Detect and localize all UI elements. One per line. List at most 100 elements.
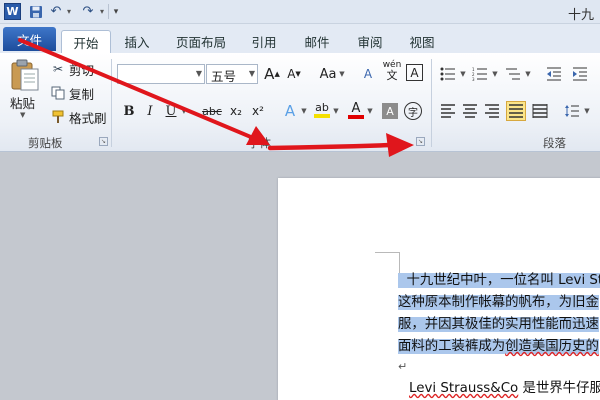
font-size-value: 五号 bbox=[211, 69, 237, 84]
decrease-indent-button[interactable] bbox=[544, 64, 564, 84]
window-title: 十九 bbox=[567, 8, 594, 23]
tab-home[interactable]: 开始 bbox=[61, 30, 111, 53]
underline-button[interactable]: U bbox=[161, 101, 181, 121]
shrink-font-button[interactable]: A ▼ bbox=[284, 64, 304, 84]
text-line[interactable]: 服，并因其极佳的实用性能而迅速 bbox=[398, 314, 599, 336]
clear-formatting-button[interactable]: A bbox=[358, 64, 378, 84]
tab-review[interactable]: 审阅 bbox=[350, 30, 390, 53]
justify-button[interactable] bbox=[506, 101, 526, 121]
tab-references[interactable]: 引用 bbox=[244, 30, 284, 53]
copy-button[interactable]: 复制 bbox=[50, 84, 94, 102]
numbering-button[interactable]: 123 bbox=[470, 64, 490, 84]
font-name-combobox[interactable]: ▼ bbox=[117, 64, 205, 84]
scissors-icon: ✂ bbox=[52, 62, 64, 76]
multilevel-list-button[interactable] bbox=[503, 64, 523, 84]
group-separator bbox=[111, 59, 112, 147]
character-border-icon: A bbox=[410, 65, 419, 80]
highlight-dropdown-icon[interactable]: ▼ bbox=[332, 101, 340, 121]
copy-label: 复制 bbox=[69, 86, 95, 102]
bullets-button[interactable] bbox=[438, 64, 458, 84]
line-spacing-button[interactable] bbox=[562, 101, 582, 121]
font-size-combobox[interactable]: 五号 ▼ bbox=[206, 64, 258, 84]
paste-icon[interactable] bbox=[10, 59, 40, 91]
undo-icon[interactable]: ↶ bbox=[49, 3, 63, 20]
font-color-dropdown-icon[interactable]: ▼ bbox=[366, 101, 374, 121]
superscript-button[interactable]: x² bbox=[248, 101, 268, 121]
bullets-dropdown-icon[interactable]: ▼ bbox=[459, 64, 467, 84]
paste-button[interactable]: 粘贴 bbox=[10, 93, 35, 112]
tab-page-layout[interactable]: 页面布局 bbox=[170, 30, 232, 53]
save-icon[interactable] bbox=[28, 3, 44, 20]
paintbrush-icon bbox=[50, 110, 66, 124]
change-case-icon: Aa bbox=[319, 66, 337, 82]
text-effects-icon: A bbox=[284, 102, 296, 120]
font-name-dropdown-icon[interactable]: ▼ bbox=[196, 69, 202, 78]
enclose-characters-button[interactable]: 字 bbox=[404, 102, 422, 120]
font-size-dropdown-icon[interactable]: ▼ bbox=[249, 69, 255, 78]
tab-file[interactable]: 文件 bbox=[3, 27, 56, 51]
strikethrough-button[interactable]: abc bbox=[200, 101, 224, 121]
font-color-icon: A bbox=[351, 100, 361, 116]
ribbon-tab-row: 文件 开始 插入 页面布局 引用 邮件 审阅 视图 bbox=[0, 24, 600, 53]
change-case-dropdown-icon[interactable]: ▼ bbox=[338, 64, 346, 84]
tab-insert[interactable]: 插入 bbox=[117, 30, 157, 53]
format-painter-label: 格式刷 bbox=[69, 110, 107, 126]
change-case-button[interactable]: Aa bbox=[318, 64, 338, 84]
font-color-button[interactable]: A bbox=[346, 100, 366, 120]
font-dialog-launcher-icon[interactable]: ↘ bbox=[416, 137, 425, 146]
cut-label: 剪切 bbox=[69, 62, 95, 78]
selected-text: 服，并因其极佳的实用性能而迅速 bbox=[398, 317, 599, 332]
italic-button[interactable]: I bbox=[140, 101, 160, 121]
phonetic-guide-button[interactable]: wén 文 bbox=[380, 60, 404, 81]
format-painter-button[interactable]: 格式刷 bbox=[50, 108, 107, 126]
underline-dropdown-icon[interactable]: ▼ bbox=[180, 101, 188, 121]
character-border-button[interactable]: A bbox=[406, 64, 423, 81]
increase-indent-button[interactable] bbox=[570, 64, 590, 84]
text-effects-button[interactable]: A bbox=[280, 101, 300, 121]
clipboard-group-label: 剪贴板 bbox=[28, 136, 63, 150]
paragraph-mark-icon: ↵ bbox=[398, 360, 408, 373]
text-line[interactable]: 面料的工装裤成为创造美国历史的 bbox=[398, 336, 599, 358]
numbering-dropdown-icon[interactable]: ▼ bbox=[491, 64, 499, 84]
shrink-font-icon: A bbox=[287, 67, 296, 81]
align-center-button[interactable] bbox=[460, 101, 480, 121]
selected-text: 这种原本制作帐幕的帆布，为旧金 bbox=[398, 295, 599, 310]
text-line[interactable]: 十九世纪中叶，一位名叫 Levi St bbox=[398, 270, 600, 292]
title-bar: W ↶ ▾ ↷ ▾ ▾ 十九 bbox=[0, 0, 600, 24]
redo-dropdown-icon[interactable]: ▾ bbox=[97, 3, 107, 20]
highlighter-icon: ab bbox=[315, 101, 329, 114]
customize-quick-access-icon[interactable]: ▾ bbox=[111, 3, 121, 20]
grow-font-icon: A bbox=[264, 65, 275, 83]
paste-dropdown-icon[interactable]: ▼ bbox=[20, 111, 25, 119]
clipboard-dialog-launcher-icon[interactable]: ↘ bbox=[99, 137, 108, 146]
text-effects-dropdown-icon[interactable]: ▼ bbox=[300, 101, 308, 121]
crop-mark bbox=[375, 252, 400, 253]
word-app-icon[interactable]: W bbox=[4, 3, 21, 20]
distributed-button[interactable] bbox=[530, 101, 550, 121]
text-line-content: 十九世纪中叶，一位名叫 Levi St bbox=[406, 273, 600, 288]
text-line[interactable]: 这种原本制作帐幕的帆布，为旧金 bbox=[398, 292, 599, 314]
cut-button[interactable]: ✂ 剪切 bbox=[50, 60, 94, 78]
text-highlight-button[interactable]: ab bbox=[312, 100, 332, 120]
bold-button[interactable]: B bbox=[119, 101, 139, 121]
subscript-button[interactable]: x₂ bbox=[226, 101, 246, 121]
ribbon-home: 粘贴 ▼ ✂ 剪切 复制 格式刷 剪贴板 ↘ ▼ 五号 ▼ A ▲ A ▼ Aa ▼… bbox=[0, 53, 600, 152]
text-line[interactable]: Levi Strauss&Co 是世界牛仔服的 bbox=[409, 378, 600, 400]
text-line-content: 面料的工装裤成为 bbox=[398, 339, 506, 354]
redo-icon[interactable]: ↷ bbox=[80, 3, 96, 20]
character-shading-button[interactable]: A bbox=[382, 103, 398, 119]
undo-dropdown-icon[interactable]: ▾ bbox=[64, 3, 74, 20]
text-line-content: 是世界牛仔服的 bbox=[522, 381, 600, 396]
align-left-button[interactable] bbox=[438, 101, 458, 121]
font-group-label: 字体 bbox=[248, 136, 271, 150]
grow-font-button[interactable]: A ▲ bbox=[262, 64, 282, 84]
svg-text:3: 3 bbox=[472, 77, 475, 81]
enclose-characters-icon: 字 bbox=[408, 107, 418, 119]
line-spacing-dropdown-icon[interactable]: ▼ bbox=[583, 101, 591, 121]
align-right-button[interactable] bbox=[482, 101, 502, 121]
multilevel-dropdown-icon[interactable]: ▼ bbox=[524, 64, 532, 84]
selected-text: 面料的工装裤成为创造美国历史的 bbox=[398, 339, 599, 354]
spellcheck-text: 创造美国历史的 bbox=[505, 339, 599, 354]
tab-view[interactable]: 视图 bbox=[402, 30, 442, 53]
tab-mailings[interactable]: 邮件 bbox=[297, 30, 337, 53]
